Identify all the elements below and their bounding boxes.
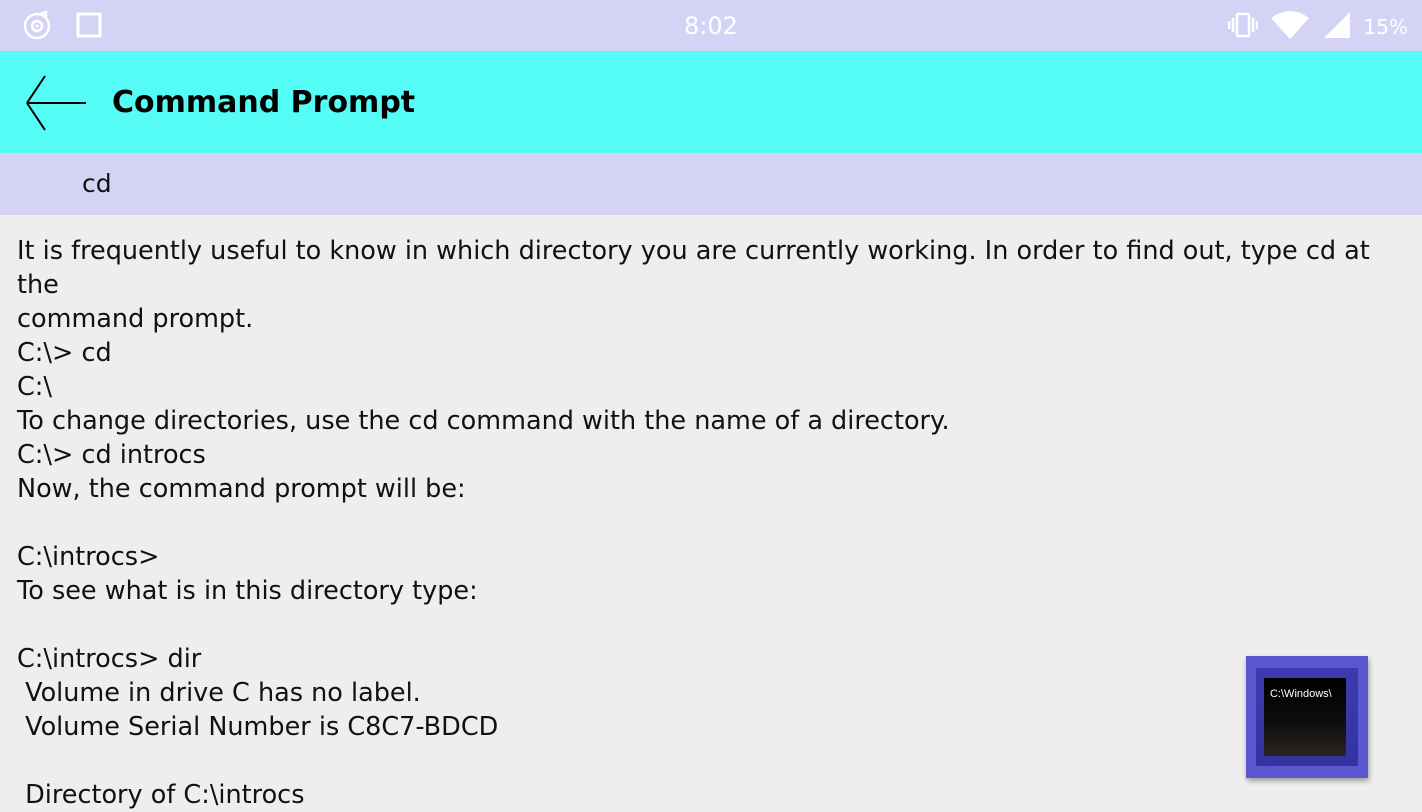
status-bar: 8:02 15% (0, 0, 1422, 51)
signal-icon (1322, 10, 1352, 44)
content-line: Volume Serial Number is C8C7-BDCD (17, 712, 499, 742)
content-line (17, 608, 1412, 642)
page-title: Command Prompt (112, 85, 416, 120)
command-prompt-label: C:\Windows\ (1270, 688, 1332, 700)
app-bar: Command Prompt (0, 51, 1422, 153)
content-line: C:\> cd introcs (17, 440, 206, 470)
content-line (17, 506, 1412, 540)
back-button[interactable] (20, 71, 92, 135)
section-title: cd (82, 169, 112, 198)
battery-percent: 15% (1363, 15, 1408, 39)
content-line: Now, the command prompt will be: (17, 474, 466, 504)
back-arrow-icon (20, 75, 92, 139)
wifi-icon (1270, 10, 1310, 44)
command-prompt-button[interactable]: C:\Windows\ (1246, 656, 1368, 778)
content-line: To see what is in this directory type: (17, 576, 478, 606)
content-line: To change directories, use the cd comman… (17, 406, 950, 436)
content-line: command prompt. (17, 304, 254, 334)
content-line: C:\ (17, 372, 52, 402)
content-line: C:\> cd (17, 338, 112, 368)
content-line: C:\introcs> dir (17, 644, 202, 674)
content-line: C:\introcs> (17, 542, 160, 572)
status-right-icons: 15% (1227, 10, 1408, 44)
status-time: 8:02 (684, 12, 738, 40)
content-line: Directory of C:\introcs (17, 780, 305, 810)
content-line: Volume in drive C has no label. (17, 678, 421, 708)
content-body: It is frequently useful to know in which… (17, 234, 1412, 812)
command-prompt-screen: C:\Windows\ (1264, 678, 1346, 756)
section-header: cd (0, 153, 1422, 215)
vibrate-icon (1227, 10, 1258, 44)
content-line (17, 744, 1412, 778)
command-prompt-icon: C:\Windows\ (1256, 668, 1358, 766)
content-line: It is frequently useful to know in which… (17, 236, 1378, 300)
